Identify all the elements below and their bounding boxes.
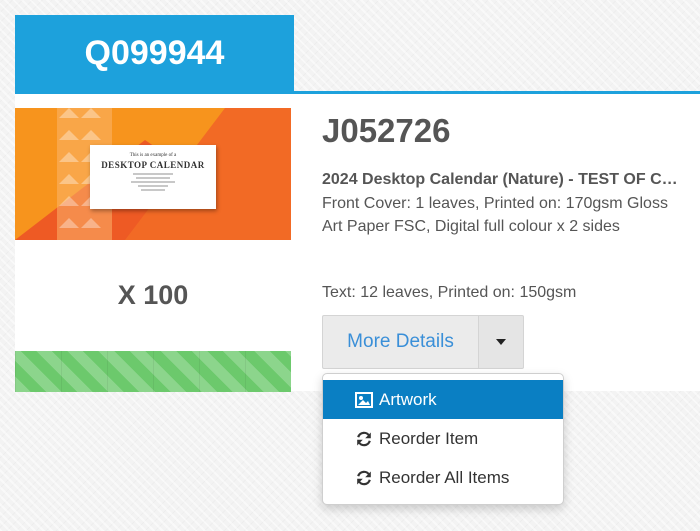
thumbnail-card: This is an example of a DESKTOP CALENDAR (90, 145, 216, 209)
product-title: 2024 Desktop Calendar (Nature) - TEST OF… (322, 171, 687, 188)
thumbnail-text-lines (90, 173, 216, 191)
menu-item-artwork[interactable]: Artwork (323, 380, 563, 419)
menu-item-label: Reorder All Items (379, 467, 510, 487)
caret-down-icon (496, 339, 506, 345)
refresh-icon (355, 430, 373, 448)
refresh-icon (355, 469, 373, 487)
quote-number-tab[interactable]: Q099944 (15, 15, 294, 92)
decorative-strip (15, 351, 291, 392)
quote-number: Q099944 (84, 34, 225, 72)
thumbnail-title: DESKTOP CALENDAR (101, 160, 205, 170)
product-thumbnail[interactable]: This is an example of a DESKTOP CALENDAR (15, 108, 291, 240)
more-details-button-group: More Details (322, 315, 524, 369)
menu-item-reorder-item[interactable]: Reorder Item (323, 419, 563, 458)
more-details-button[interactable]: More Details (322, 315, 478, 369)
job-number: J052726 (322, 112, 451, 149)
text-description: Text: 12 leaves, Printed on: 150gsm (322, 284, 577, 301)
menu-item-label: Reorder Item (379, 428, 479, 448)
menu-item-reorder-all-items[interactable]: Reorder All Items (323, 458, 563, 497)
dropdown-toggle-button[interactable] (478, 315, 524, 369)
image-icon (355, 391, 373, 409)
cover-description: Front Cover: 1 leaves, Printed on: 170gs… (322, 195, 668, 235)
thumbnail-small-text: This is an example of a (129, 153, 177, 158)
menu-item-label: Artwork (379, 389, 437, 409)
actions-dropdown-menu: Artwork Reorder Item Reorder All Items (322, 373, 564, 505)
quantity-label: X 100 (117, 280, 189, 310)
